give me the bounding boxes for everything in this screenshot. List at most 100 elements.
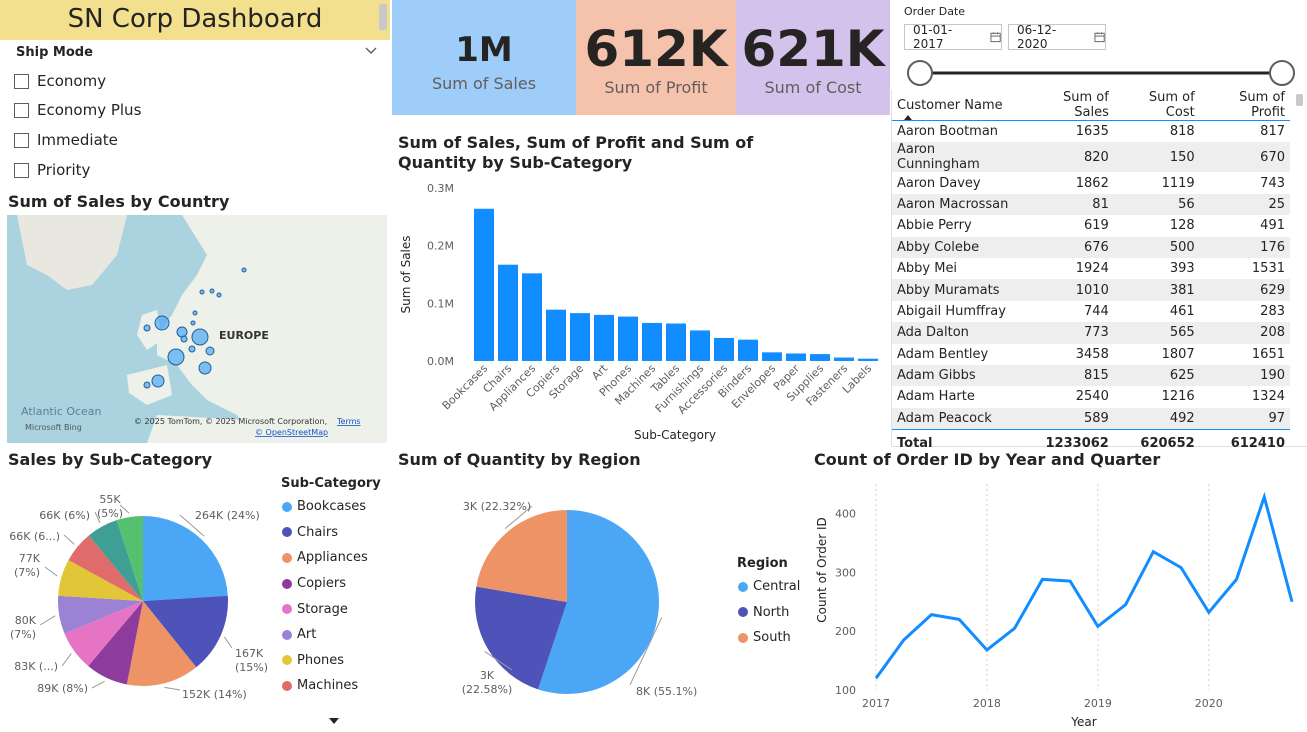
legend-item[interactable]: Machines bbox=[282, 673, 368, 699]
map-bubble[interactable] bbox=[143, 324, 151, 332]
table-row[interactable]: Adam Peacock 589 492 97 bbox=[892, 407, 1290, 430]
table-row[interactable]: Adam Bentley 3458 1807 1651 bbox=[892, 344, 1290, 365]
data-label: 8K (55.1%) bbox=[636, 685, 697, 698]
map-bubble[interactable] bbox=[154, 315, 170, 331]
table-row[interactable]: Abbie Perry 619 128 491 bbox=[892, 215, 1290, 236]
map-bubble[interactable] bbox=[209, 288, 215, 294]
start-date-input[interactable]: 01-01-2017 bbox=[904, 23, 1002, 51]
slider-end-handle[interactable] bbox=[1269, 60, 1295, 86]
table-cell: Aaron Bootman bbox=[897, 124, 999, 140]
legend-item[interactable]: Art bbox=[282, 622, 368, 648]
map-bubble[interactable] bbox=[143, 381, 151, 389]
end-date-input[interactable]: 06-12-2020 bbox=[1008, 23, 1106, 51]
bar[interactable] bbox=[474, 208, 494, 361]
table-row[interactable]: Ada Dalton 773 565 208 bbox=[892, 322, 1290, 344]
line-chart: 100 200 300 400 2017 2018 2019 2020 Count of Ord… bbox=[815, 484, 1294, 729]
bar[interactable] bbox=[858, 358, 878, 361]
table-row[interactable]: Aaron Macrossan 81 56 25 bbox=[892, 193, 1290, 216]
table-row[interactable]: Aaron Cunningham 820 150 670 bbox=[892, 142, 1290, 173]
sales-map[interactable]: EUROPE Atlantic Ocean © 2025 TomTom, © 2… bbox=[7, 215, 387, 443]
leader-line bbox=[91, 680, 105, 689]
map-terms-link[interactable]: Terms bbox=[336, 417, 361, 426]
calendar-icon[interactable] bbox=[1094, 31, 1105, 43]
map-bubble[interactable] bbox=[180, 335, 188, 343]
bar[interactable] bbox=[570, 313, 590, 361]
date-range-slider[interactable] bbox=[900, 58, 1300, 88]
map-bubble[interactable] bbox=[151, 374, 165, 388]
table-row[interactable]: Adam Harte 2540 1216 1324 bbox=[892, 386, 1290, 407]
map-bubble[interactable] bbox=[205, 346, 215, 356]
legend-scroll-down-icon[interactable] bbox=[329, 718, 339, 724]
bar[interactable] bbox=[714, 337, 734, 361]
map-bubble[interactable] bbox=[198, 361, 212, 375]
legend-item[interactable]: Appliances bbox=[282, 545, 368, 571]
calendar-icon[interactable] bbox=[990, 31, 1001, 43]
bar[interactable] bbox=[738, 339, 758, 361]
checkbox[interactable] bbox=[14, 162, 29, 178]
chevron-down-icon[interactable] bbox=[364, 44, 378, 62]
table-row[interactable]: Abby Colebe 676 500 176 bbox=[892, 236, 1290, 258]
table-row[interactable]: Aaron Bootman 1635 818 817 bbox=[892, 121, 1290, 143]
legend-item[interactable]: Central bbox=[738, 574, 800, 600]
y-axis-label: Sum of Sales bbox=[399, 235, 413, 313]
map-bubble[interactable] bbox=[176, 326, 188, 338]
end-date-value: 06-12-2020 bbox=[1017, 23, 1057, 51]
bar[interactable] bbox=[810, 354, 830, 361]
pie-region-title: Sum of Quantity by Region bbox=[398, 450, 641, 469]
bar[interactable] bbox=[786, 353, 806, 361]
column-header-cost[interactable]: Sum of Cost bbox=[1114, 90, 1200, 121]
ship-mode-option-immediate[interactable]: Immediate bbox=[14, 131, 118, 149]
map-bubble[interactable] bbox=[190, 320, 196, 326]
checkbox[interactable] bbox=[14, 73, 29, 89]
legend-item[interactable]: Storage bbox=[282, 596, 368, 622]
bar[interactable] bbox=[666, 323, 686, 361]
kpi-value: 621K bbox=[741, 20, 885, 78]
column-header-sales[interactable]: Sum of Sales bbox=[1022, 90, 1114, 121]
pie-slice[interactable] bbox=[143, 516, 228, 601]
map-bubble[interactable] bbox=[167, 348, 185, 366]
checkbox[interactable] bbox=[14, 102, 29, 118]
table-row[interactable]: Abby Muramats 1010 381 629 bbox=[892, 279, 1290, 301]
ship-mode-option-priority[interactable]: Priority bbox=[14, 161, 90, 179]
table-cell: 283 bbox=[1260, 303, 1285, 319]
map-bubble[interactable] bbox=[199, 289, 205, 295]
slicer-scrollbar[interactable] bbox=[379, 4, 387, 30]
ship-mode-option-economy[interactable]: Economy bbox=[14, 72, 106, 90]
table-row[interactable]: Abby Mei 1924 393 1531 bbox=[892, 258, 1290, 279]
map-bubble[interactable] bbox=[241, 267, 247, 273]
bar[interactable] bbox=[690, 330, 710, 361]
bar[interactable] bbox=[618, 316, 638, 361]
table-scrollbar[interactable] bbox=[1296, 94, 1303, 106]
legend-item[interactable]: North bbox=[738, 600, 800, 626]
table-cell: 820 bbox=[1021, 142, 1114, 173]
legend-item[interactable]: Phones bbox=[282, 648, 368, 674]
table-row[interactable]: Adam Gibbs 815 625 190 bbox=[892, 364, 1290, 387]
bar[interactable] bbox=[642, 322, 662, 361]
bar[interactable] bbox=[546, 309, 566, 361]
bar[interactable] bbox=[762, 352, 782, 361]
table-cell: 25 bbox=[1199, 193, 1290, 216]
legend-item[interactable]: Bookcases bbox=[282, 494, 368, 520]
map-bubble[interactable] bbox=[192, 310, 198, 316]
map-osm-link[interactable]: © OpenStreetMap bbox=[255, 428, 328, 437]
table-row[interactable]: Abigail Humffray 744 461 283 bbox=[892, 301, 1290, 322]
checkbox[interactable] bbox=[14, 132, 29, 148]
legend-item[interactable]: Chairs bbox=[282, 520, 368, 546]
slider-start-handle[interactable] bbox=[907, 60, 933, 86]
map-bubble[interactable] bbox=[191, 328, 209, 346]
greenland-land bbox=[17, 215, 127, 290]
column-header-profit[interactable]: Sum of Profit bbox=[1200, 90, 1290, 121]
ship-mode-option-economy-plus[interactable]: Economy Plus bbox=[14, 101, 141, 119]
table-row[interactable]: Aaron Davey 1862 1119 743 bbox=[892, 172, 1290, 193]
map-bubble[interactable] bbox=[188, 345, 196, 353]
line-series[interactable] bbox=[874, 491, 1294, 680]
table-cell: 1119 bbox=[1161, 175, 1195, 191]
bar[interactable] bbox=[522, 273, 542, 361]
bar[interactable] bbox=[498, 264, 518, 361]
legend-item[interactable]: South bbox=[738, 625, 800, 651]
pie-slice[interactable] bbox=[476, 510, 567, 602]
map-bubble[interactable] bbox=[216, 292, 222, 298]
bar[interactable] bbox=[834, 357, 854, 361]
legend-item[interactable]: Copiers bbox=[282, 571, 368, 597]
bar[interactable] bbox=[594, 314, 614, 361]
